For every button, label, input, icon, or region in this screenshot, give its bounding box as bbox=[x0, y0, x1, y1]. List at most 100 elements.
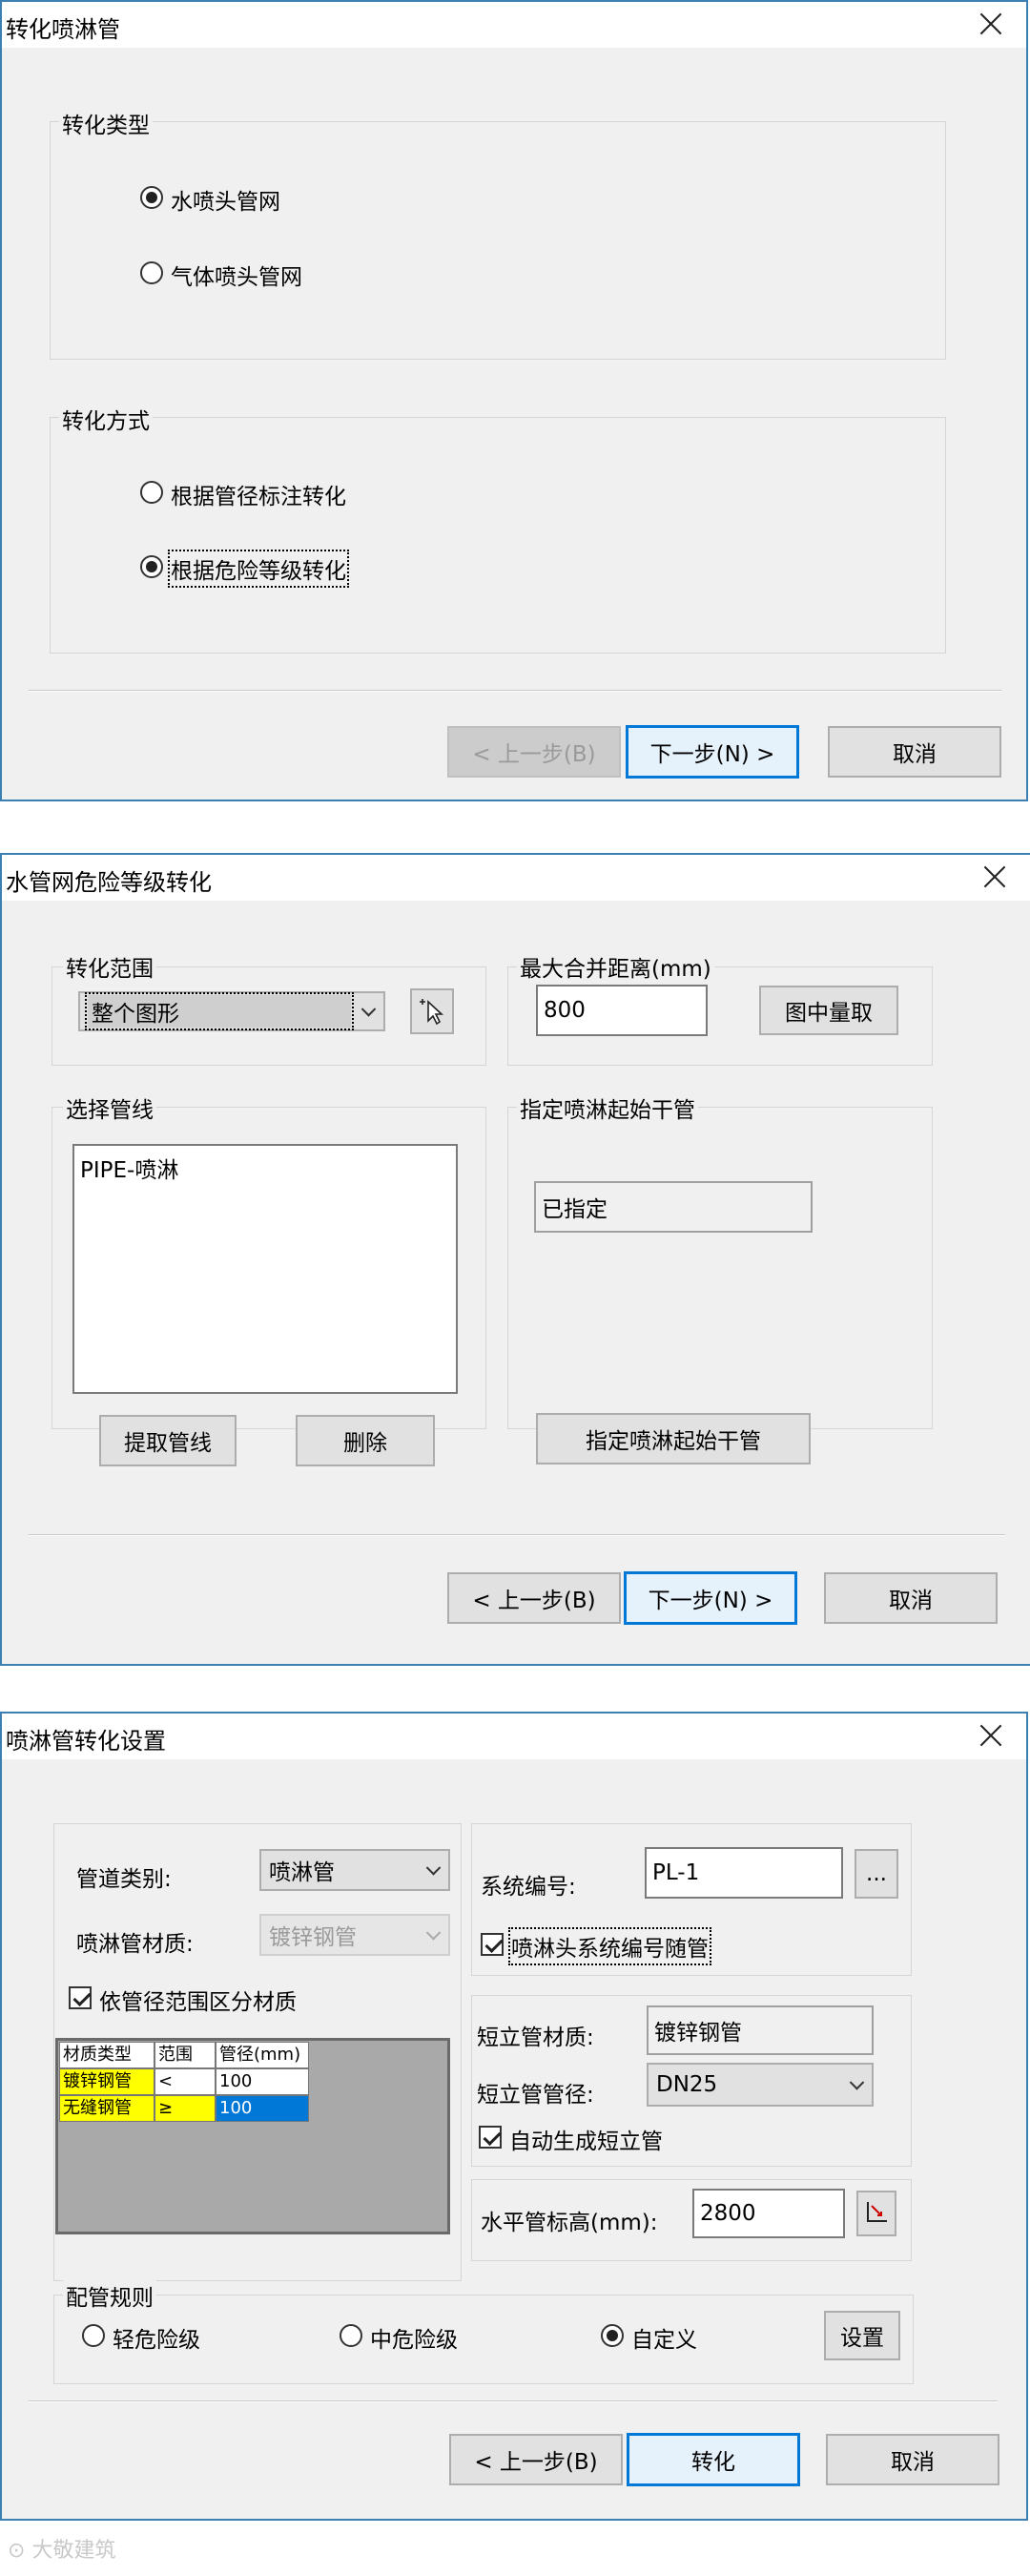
specify-start-pipe-button[interactable]: 指定喷淋起始干管 bbox=[536, 1413, 811, 1465]
radio-custom-label: 自定义 bbox=[631, 2328, 697, 2353]
list-item[interactable]: PIPE-喷淋 bbox=[80, 1152, 178, 1184]
pipe-category-label: 管道类别: bbox=[76, 1867, 172, 1892]
pipe-category-select[interactable]: 喷淋管 bbox=[259, 1849, 450, 1891]
radio-water-sprinkler-label: 水喷头管网 bbox=[171, 190, 280, 215]
titlebar: 水管网危险等级转化 bbox=[2, 855, 1030, 901]
pipe-material-value: 镀锌钢管 bbox=[269, 1925, 357, 1950]
cancel-button[interactable]: 取消 bbox=[826, 2434, 999, 2485]
measure-icon bbox=[867, 2202, 887, 2222]
table-cell-diameter[interactable]: 100 bbox=[216, 2068, 309, 2095]
start-pipe-status: 已指定 bbox=[534, 1181, 813, 1233]
table-cell-range[interactable]: ≥ bbox=[154, 2095, 216, 2122]
group-convert-mode-legend: 转化方式 bbox=[59, 403, 153, 435]
split-by-diameter-checkbox[interactable] bbox=[69, 1986, 92, 2009]
titlebar: 喷淋管转化设置 bbox=[2, 1714, 1026, 1759]
follow-system-no-checkbox[interactable] bbox=[481, 1933, 504, 1956]
radio-gas-sprinkler[interactable] bbox=[140, 261, 163, 284]
radio-by-hazard[interactable] bbox=[140, 555, 163, 578]
pipe-material-label: 喷淋管材质: bbox=[76, 1932, 194, 1957]
follow-system-no-label: 喷淋头系统编号随管 bbox=[508, 1927, 711, 1965]
dialog-title: 转化喷淋管 bbox=[6, 16, 120, 43]
next-button[interactable]: 下一步(N) > bbox=[626, 725, 799, 779]
radio-light-hazard[interactable] bbox=[82, 2324, 105, 2347]
radio-light-hazard-label: 轻危险级 bbox=[113, 2328, 200, 2353]
dialog-convert-sprinkler: 转化喷淋管 转化类型 水喷头管网 气体喷头管网 转化方式 根据管径标注转化 根据… bbox=[0, 0, 1028, 801]
group-start-pipe-legend: 指定喷淋起始干管 bbox=[517, 1091, 698, 1124]
pipe-material-select[interactable]: 镀锌钢管 bbox=[259, 1914, 450, 1956]
settings-button[interactable]: 设置 bbox=[824, 2311, 900, 2360]
dialog-title: 水管网危险等级转化 bbox=[6, 869, 212, 896]
group-convert-mode bbox=[50, 417, 946, 654]
table-header-diameter: 管径(mm) bbox=[216, 2042, 309, 2068]
separator bbox=[29, 2400, 998, 2402]
radio-gas-sprinkler-label: 气体喷头管网 bbox=[171, 265, 302, 290]
separator bbox=[29, 690, 1001, 692]
pipe-category-value: 喷淋管 bbox=[269, 1860, 335, 1885]
horizontal-elev-label: 水平管标高(mm): bbox=[481, 2211, 658, 2235]
chevron-down-icon bbox=[360, 1002, 377, 1017]
cancel-button[interactable]: 取消 bbox=[828, 726, 1001, 778]
chevron-down-icon bbox=[849, 2075, 865, 2090]
material-table[interactable]: 材质类型 范围 管径(mm) 镀锌钢管 < 100 无缝钢管 ≥ 100 bbox=[55, 2038, 450, 2234]
short-pipe-diameter-label: 短立管管径: bbox=[477, 2083, 594, 2108]
auto-short-pipe-label: 自动生成短立管 bbox=[509, 2129, 663, 2154]
radio-by-diameter-label: 根据管径标注转化 bbox=[171, 485, 346, 509]
table-header-material: 材质类型 bbox=[59, 2042, 154, 2068]
prev-button[interactable]: < 上一步(B) bbox=[449, 2434, 623, 2485]
prev-button[interactable]: < 上一步(B) bbox=[447, 726, 621, 778]
watermark-text: 大敬建筑 bbox=[31, 2539, 116, 2563]
select-in-drawing-button[interactable] bbox=[410, 988, 454, 1034]
radio-water-sprinkler[interactable] bbox=[140, 186, 163, 209]
dialog-sprinkler-settings: 喷淋管转化设置 管道类别: 喷淋管 喷淋管材质: 镀锌钢管 依管径范围区分材质 … bbox=[0, 1712, 1028, 2521]
cancel-button[interactable]: 取消 bbox=[824, 1572, 998, 1624]
system-no-label: 系统编号: bbox=[481, 1875, 576, 1900]
auto-short-pipe-checkbox[interactable] bbox=[479, 2126, 502, 2149]
group-max-merge-legend: 最大合并距离(mm) bbox=[517, 950, 714, 983]
horizontal-elev-input[interactable]: 2800 bbox=[692, 2189, 845, 2238]
group-convert-range-legend: 转化范围 bbox=[63, 950, 156, 983]
next-button[interactable]: 下一步(N) > bbox=[624, 1571, 797, 1625]
dialog-title: 喷淋管转化设置 bbox=[6, 1728, 166, 1755]
radio-by-hazard-label: 根据危险等级转化 bbox=[168, 550, 349, 588]
range-select-value: 整个图形 bbox=[85, 992, 354, 1030]
titlebar: 转化喷淋管 bbox=[2, 2, 1026, 48]
range-select[interactable]: 整个图形 bbox=[78, 991, 385, 1031]
split-by-diameter-label: 依管径范围区分材质 bbox=[99, 1990, 297, 2015]
convert-button[interactable]: 转化 bbox=[627, 2433, 800, 2486]
radio-custom[interactable] bbox=[601, 2324, 624, 2347]
radio-by-diameter[interactable] bbox=[140, 481, 163, 504]
close-icon[interactable] bbox=[975, 1719, 1007, 1752]
group-convert-type-legend: 转化类型 bbox=[59, 107, 153, 139]
group-start-pipe bbox=[507, 1107, 933, 1429]
camera-icon: ⊙ bbox=[8, 2539, 26, 2563]
cursor-select-icon bbox=[420, 999, 444, 1026]
short-pipe-diameter-select[interactable]: DN25 bbox=[647, 2063, 874, 2107]
watermark: ⊙ 大敬建筑 bbox=[8, 2533, 115, 2564]
table-header-range: 范围 bbox=[154, 2042, 216, 2068]
merge-distance-input[interactable]: 800 bbox=[536, 985, 708, 1036]
group-convert-type bbox=[50, 121, 946, 360]
chevron-down-icon bbox=[425, 1860, 442, 1876]
measure-elevation-button[interactable] bbox=[856, 2191, 896, 2236]
system-no-input[interactable]: PL-1 bbox=[645, 1847, 843, 1899]
close-icon[interactable] bbox=[975, 8, 1007, 40]
pick-in-drawing-button[interactable]: 图中量取 bbox=[759, 986, 898, 1035]
pipe-listbox[interactable]: PIPE-喷淋 bbox=[72, 1144, 458, 1394]
chevron-down-icon bbox=[425, 1925, 442, 1941]
delete-button[interactable]: 删除 bbox=[296, 1415, 435, 1466]
system-no-browse-button[interactable]: ... bbox=[855, 1849, 898, 1899]
prev-button[interactable]: < 上一步(B) bbox=[447, 1572, 621, 1624]
short-pipe-material-label: 短立管材质: bbox=[477, 2025, 594, 2050]
radio-medium-hazard[interactable] bbox=[340, 2324, 362, 2347]
group-select-pipes-legend: 选择管线 bbox=[63, 1091, 156, 1124]
dialog-hazard-level-convert: 水管网危险等级转化 转化范围 整个图形 最大合并距离(mm) 800 图中量取 … bbox=[0, 853, 1030, 1666]
table-cell-material[interactable]: 无缝钢管 bbox=[59, 2095, 154, 2122]
table-cell-range[interactable]: < bbox=[154, 2068, 216, 2095]
close-icon[interactable] bbox=[978, 861, 1011, 893]
table-cell-diameter-selected[interactable]: 100 bbox=[216, 2095, 309, 2122]
radio-medium-hazard-label: 中危险级 bbox=[370, 2328, 458, 2353]
short-pipe-material-value: 镀锌钢管 bbox=[647, 2005, 874, 2055]
table-cell-material[interactable]: 镀锌钢管 bbox=[59, 2068, 154, 2095]
group-piping-rule-legend: 配管规则 bbox=[63, 2279, 156, 2312]
extract-pipes-button[interactable]: 提取管线 bbox=[99, 1415, 237, 1466]
